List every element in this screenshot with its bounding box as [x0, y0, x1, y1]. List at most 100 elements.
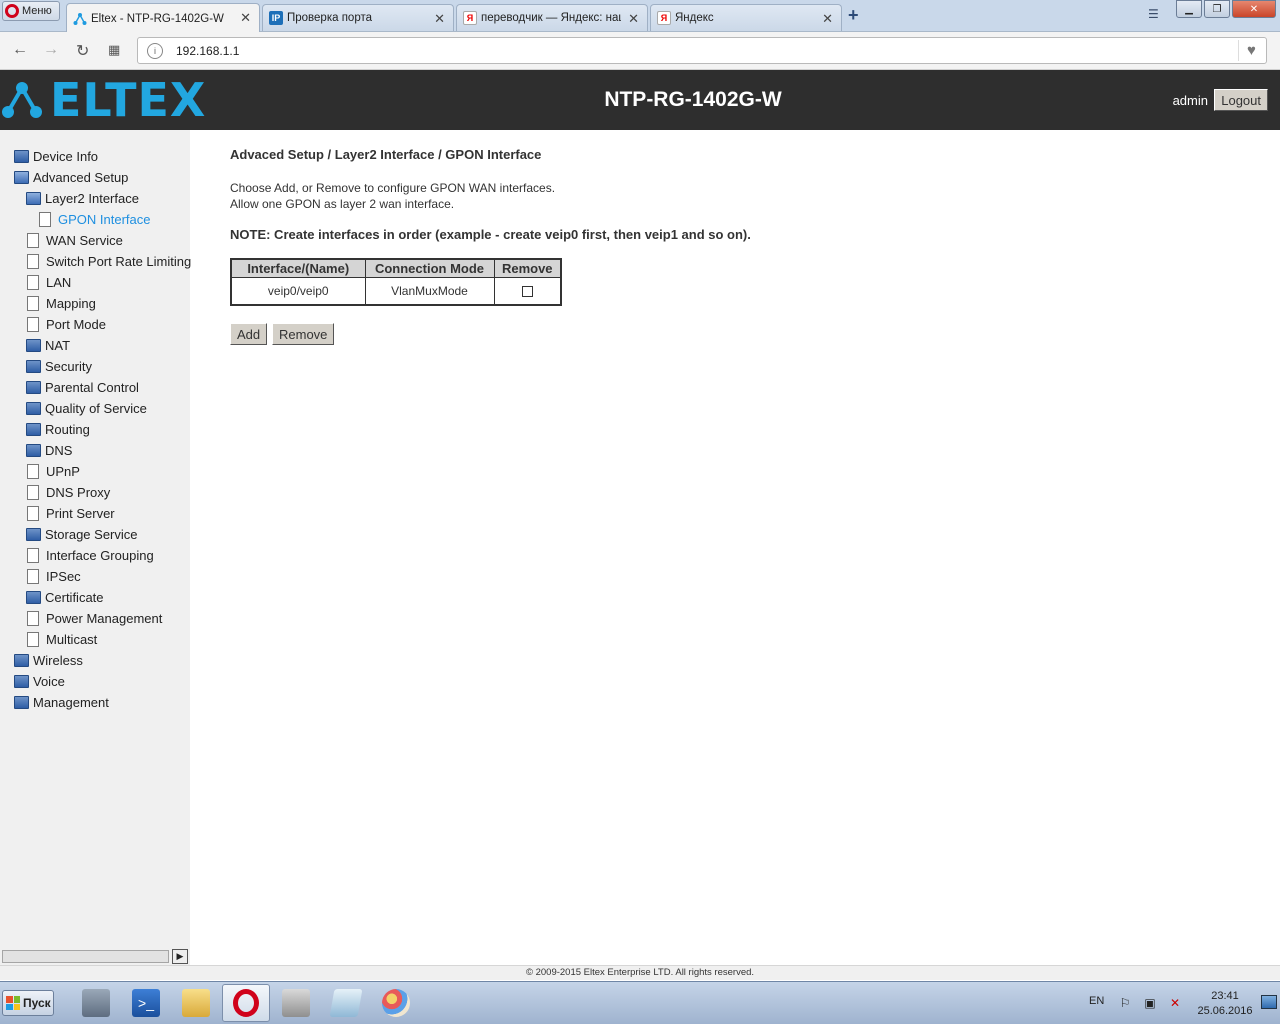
sidebar-item-label: Device Info [33, 148, 99, 164]
sidebar-item-security[interactable]: Security [26, 357, 92, 375]
folder-icon [26, 359, 41, 373]
taskbar-app-server-manager[interactable] [72, 984, 120, 1022]
column-header-interface: Interface/(Name) [230, 258, 366, 278]
browser-tab-eltex[interactable]: Eltex - NTP-RG-1402G-W ✕ [66, 3, 260, 33]
sidebar-item-layer2-interface[interactable]: Layer2 Interface [26, 189, 139, 207]
footer-copyright: © 2009-2015 Eltex Enterprise LTD. All ri… [0, 965, 1280, 980]
close-tab-icon[interactable]: ✕ [822, 11, 833, 27]
remove-checkbox[interactable] [521, 286, 533, 298]
sidebar-item-label: Power Management [46, 610, 163, 626]
sidebar-item-upnp[interactable]: UPnP [26, 462, 80, 480]
sidebar-item-quality-of-service[interactable]: Quality of Service [26, 399, 147, 417]
browser-tab-translator[interactable]: Я переводчик — Яндекс: наш ✕ [456, 4, 648, 31]
sidebar-item-label: GPON Interface [58, 211, 151, 227]
sidebar-item-certificate[interactable]: Certificate [26, 588, 104, 606]
maximize-icon[interactable]: ❐ [1204, 0, 1230, 18]
sidebar-item-power-management[interactable]: Power Management [26, 609, 162, 627]
forward-arrow-icon[interactable]: → [43, 41, 59, 59]
folder-icon [26, 590, 41, 604]
taskbar-app-powershell[interactable]: >_ [122, 984, 170, 1022]
action-center-flag-icon[interactable]: ⚐ [1118, 996, 1132, 1010]
table-header-row: Interface/(Name) Connection Mode Remove [230, 258, 562, 278]
sidebar-item-port-mode[interactable]: Port Mode [26, 315, 106, 333]
bookmark-heart-icon[interactable]: ♥ [1238, 40, 1264, 61]
sidebar-item-routing[interactable]: Routing [26, 420, 90, 438]
sidebar-item-device-info[interactable]: Device Info [14, 147, 98, 165]
browser-tab-yandex[interactable]: Я Яндекс ✕ [650, 4, 842, 31]
sidebar-item-interface-grouping[interactable]: Interface Grouping [26, 546, 154, 564]
sidebar-item-label: DNS Proxy [46, 484, 111, 500]
sidebar-item-wan-service[interactable]: WAN Service [26, 231, 123, 249]
sidebar-item-parental-control[interactable]: Parental Control [26, 378, 139, 396]
sidebar-item-label: Switch Port Rate Limiting [46, 253, 192, 269]
page-icon [27, 295, 39, 311]
close-tab-icon[interactable]: ✕ [240, 10, 251, 26]
scrollbar-thumb[interactable] [2, 950, 169, 963]
sidebar-item-lan[interactable]: LAN [26, 273, 71, 291]
volume-muted-icon[interactable]: ✕ [1168, 996, 1182, 1010]
start-button[interactable]: Пуск [2, 990, 54, 1016]
reload-icon[interactable]: ↻ [76, 41, 89, 61]
close-tab-icon[interactable]: ✕ [628, 11, 639, 27]
close-tab-icon[interactable]: ✕ [434, 11, 445, 27]
minimize-icon[interactable]: ▁ [1176, 0, 1202, 18]
network-icon[interactable]: ▣ [1143, 996, 1157, 1010]
tabs-menu-icon[interactable]: ☰ [1148, 7, 1159, 21]
tab-title: переводчик — Яндекс: наш [481, 12, 621, 24]
gpon-interface-table: Interface/(Name) Connection Mode Remove … [230, 258, 562, 306]
sidebar-item-voice[interactable]: Voice [14, 672, 65, 690]
sidebar-item-wireless[interactable]: Wireless [14, 651, 83, 669]
page-icon [27, 505, 39, 521]
taskbar-app-explorer[interactable] [172, 984, 220, 1022]
logout-button[interactable]: Logout [1214, 89, 1268, 111]
speed-dial-grid-icon[interactable]: ▦ [108, 42, 120, 58]
table-row: veip0/veip0 VlanMuxMode [230, 276, 562, 306]
taskbar-app-opera[interactable] [222, 984, 270, 1022]
sidebar-item-dns[interactable]: DNS [26, 441, 72, 459]
browser-tab-bar: Меню Eltex - NTP-RG-1402G-W ✕ IP Проверк… [0, 0, 1280, 33]
sidebar-item-advanced-setup[interactable]: Advanced Setup [14, 168, 128, 186]
new-tab-button[interactable]: + [848, 5, 859, 26]
taskbar-app-paint[interactable] [372, 984, 420, 1022]
page-icon [39, 211, 51, 227]
sidebar-item-label: WAN Service [46, 232, 123, 248]
folder-open-icon [26, 191, 41, 205]
opera-logo-icon [5, 4, 19, 18]
sidebar-item-label: Voice [33, 673, 65, 689]
folder-icon [26, 443, 41, 457]
site-info-icon[interactable]: i [147, 43, 163, 59]
show-desktop-icon[interactable] [1261, 995, 1277, 1009]
sidebar-item-mapping[interactable]: Mapping [26, 294, 96, 312]
folder-icon [26, 422, 41, 436]
folder-icon [14, 653, 29, 667]
sidebar-item-storage-service[interactable]: Storage Service [26, 525, 138, 543]
sidebar-item-nat[interactable]: NAT [26, 336, 70, 354]
sidebar-item-gpon-interface[interactable]: GPON Interface [38, 210, 150, 228]
system-clock[interactable]: 23:41 25.06.2016 [1196, 989, 1254, 1019]
browser-tab-port-check[interactable]: IP Проверка порта ✕ [262, 4, 454, 31]
browser-menu-button[interactable]: Меню [2, 1, 60, 21]
sidebar-item-management[interactable]: Management [14, 693, 109, 711]
back-arrow-icon[interactable]: ← [12, 41, 28, 59]
taskbar-app-notepad[interactable] [322, 984, 370, 1022]
page-description: Choose Add, or Remove to configure GPON … [230, 180, 555, 212]
sidebar-item-label: Advanced Setup [33, 169, 129, 185]
language-indicator[interactable]: EN [1089, 995, 1104, 1007]
sidebar-item-print-server[interactable]: Print Server [26, 504, 115, 522]
page-icon [27, 463, 39, 479]
sidebar-item-label: Layer2 Interface [45, 190, 139, 206]
taskbar-app-tools[interactable] [272, 984, 320, 1022]
address-bar[interactable]: i 192.168.1.1 ♥ [137, 37, 1267, 64]
add-button[interactable]: Add [230, 323, 268, 345]
sidebar-item-dns-proxy[interactable]: DNS Proxy [26, 483, 110, 501]
sidebar-horizontal-scrollbar[interactable]: ▶ [0, 948, 190, 965]
sidebar-item-switch-port-rate-limiting[interactable]: Switch Port Rate Limiting [26, 252, 191, 270]
order-note: NOTE: Create interfaces in order (exampl… [230, 227, 751, 242]
sidebar-item-ipsec[interactable]: IPSec [26, 567, 81, 585]
window-close-icon[interactable]: ✕ [1232, 0, 1276, 18]
description-line: Choose Add, or Remove to configure GPON … [230, 181, 556, 195]
sidebar-item-multicast[interactable]: Multicast [26, 630, 97, 648]
scroll-right-arrow-icon[interactable]: ▶ [172, 949, 188, 964]
page-icon [27, 568, 39, 584]
remove-button[interactable]: Remove [272, 323, 335, 345]
